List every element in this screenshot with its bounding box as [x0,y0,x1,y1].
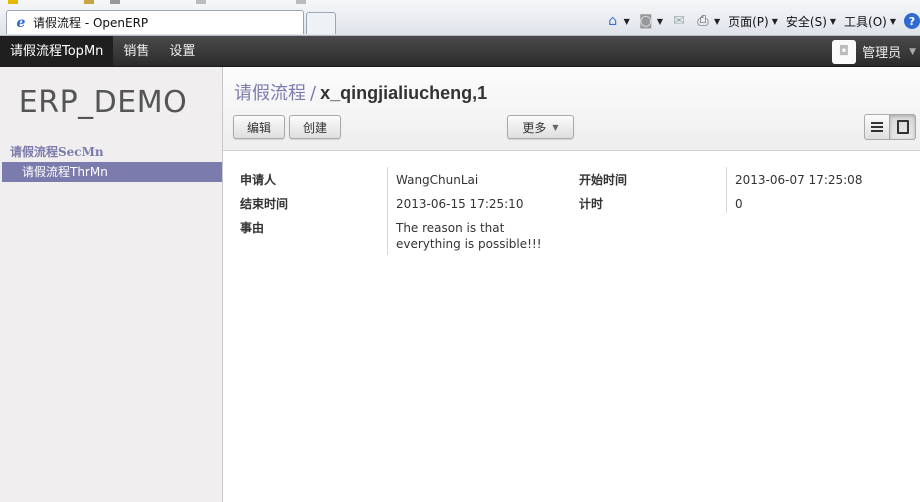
chevron-down-icon: ▼ [829,16,837,26]
command-bar: ⌂ ▼ ◙ ▼ ✉ ⎙ ▼ 页面(P) ▼ 安全(S) ▼ 工具(O) ▼ ? [597,10,920,32]
web-slice-icon[interactable] [196,0,206,4]
applicant-label: 申请人 [240,173,277,187]
avatar: ◘ [832,39,857,64]
more-button-label: 更多 [522,120,547,135]
read-mail-button[interactable]: ✉ [671,13,687,29]
form-view-button[interactable] [890,114,916,140]
sidebar-section-title: 请假流程SecMn [10,145,104,159]
list-view-button[interactable] [864,114,890,140]
sidebar-item-leave-process[interactable]: 请假流程ThrMn [2,162,222,182]
chevron-down-icon: ▼ [552,122,559,132]
quick-tab-icon[interactable] [296,0,306,4]
list-icon [871,122,883,132]
top-menu-item-sales[interactable]: 销售 [113,36,159,67]
new-tab-button[interactable] [306,12,336,34]
tools-menu-label: 工具(O) [844,14,887,29]
top-navigation: 请假流程TopMn 销售 设置 ◘ 管理员 ▼ [0,36,920,67]
user-menu[interactable]: ◘ 管理员 ▼ [832,39,916,64]
end-time-label: 结束时间 [240,197,289,211]
company-logo[interactable]: ERP_DEMO [0,85,206,120]
browser-tab[interactable]: e 请假流程 - OpenERP [6,10,304,34]
record-form: 申请人 WangChunLai 开始时间 2013-06-07 17:25:08… [223,151,920,502]
more-button[interactable]: 更多 ▼ [507,115,574,139]
user-name: 管理员 [862,46,902,61]
chevron-down-icon: ▼ [889,16,896,26]
top-menu-item-leave-process[interactable]: 请假流程TopMn [0,36,114,67]
view-switcher [864,114,916,140]
top-menu-item-settings[interactable]: 设置 [159,36,205,67]
end-time-value: 2013-06-15 17:25:10 [396,197,524,211]
home-icon: ⌂ [608,13,618,29]
help-icon: ? [904,13,920,29]
create-button[interactable]: 创建 [289,115,341,139]
browser-tab-title: 请假流程 - OpenERP [33,16,149,30]
browser-chrome: e 请假流程 - OpenERP ⌂ ▼ ◙ ▼ ✉ ⎙ ▼ 页面(P) ▼ 安全(S)… [0,0,920,36]
feeds-button[interactable]: ◙ ▼ [638,13,663,29]
reason-value: The reason is that everything is possibl… [396,221,542,251]
edit-button[interactable]: 编辑 [233,115,285,139]
favorites-star-icon[interactable] [8,0,18,4]
reason-label: 事由 [240,221,265,235]
favorites-add-icon[interactable] [84,0,94,4]
print-dropdown-icon[interactable]: ▼ [714,17,720,26]
home-button[interactable]: ⌂ ▼ [605,13,630,29]
breadcrumb: 请假流程 / x_qingjialiucheng,1 [234,79,487,105]
duration-label: 计时 [579,197,604,211]
start-time-value: 2013-06-07 17:25:08 [735,173,863,187]
safety-menu[interactable]: 安全(S) ▼ [786,13,836,30]
help-button[interactable]: ? [904,13,920,29]
printer-icon: ⎙ [697,13,709,29]
chevron-down-icon: ▼ [909,46,916,57]
chevron-down-icon: ▼ [771,16,778,26]
page-menu[interactable]: 页面(P) ▼ [728,13,778,30]
form-icon [896,120,909,134]
breadcrumb-current: x_qingjialiucheng,1 [320,83,488,103]
feeds-dropdown-icon[interactable]: ▼ [657,17,663,26]
tools-menu[interactable]: 工具(O) ▼ [844,13,896,30]
ie-icon: e [16,14,26,31]
sidebar: ERP_DEMO 请假流程SecMn 请假流程ThrMn [0,67,223,502]
favorites-strip [0,0,320,4]
page-menu-label: 页面(P) [728,14,769,29]
duration-value: 0 [735,197,743,211]
rss-icon: ◙ [639,13,653,29]
top-menu: 请假流程TopMn 销售 设置 [0,36,205,67]
start-time-label: 开始时间 [579,173,628,187]
divider [726,167,727,213]
content-header: 请假流程 / x_qingjialiucheng,1 编辑 创建 更多 ▼ [223,67,920,151]
breadcrumb-parent-link[interactable]: 请假流程 [234,83,306,104]
breadcrumb-separator: / [310,83,317,104]
mail-icon: ✉ [673,13,685,29]
applicant-value: WangChunLai [396,173,479,187]
print-button[interactable]: ⎙ ▼ [695,13,720,29]
home-dropdown-icon[interactable]: ▼ [624,17,630,26]
divider [387,167,388,255]
feeds-icon[interactable] [110,0,120,4]
safety-menu-label: 安全(S) [785,14,827,29]
